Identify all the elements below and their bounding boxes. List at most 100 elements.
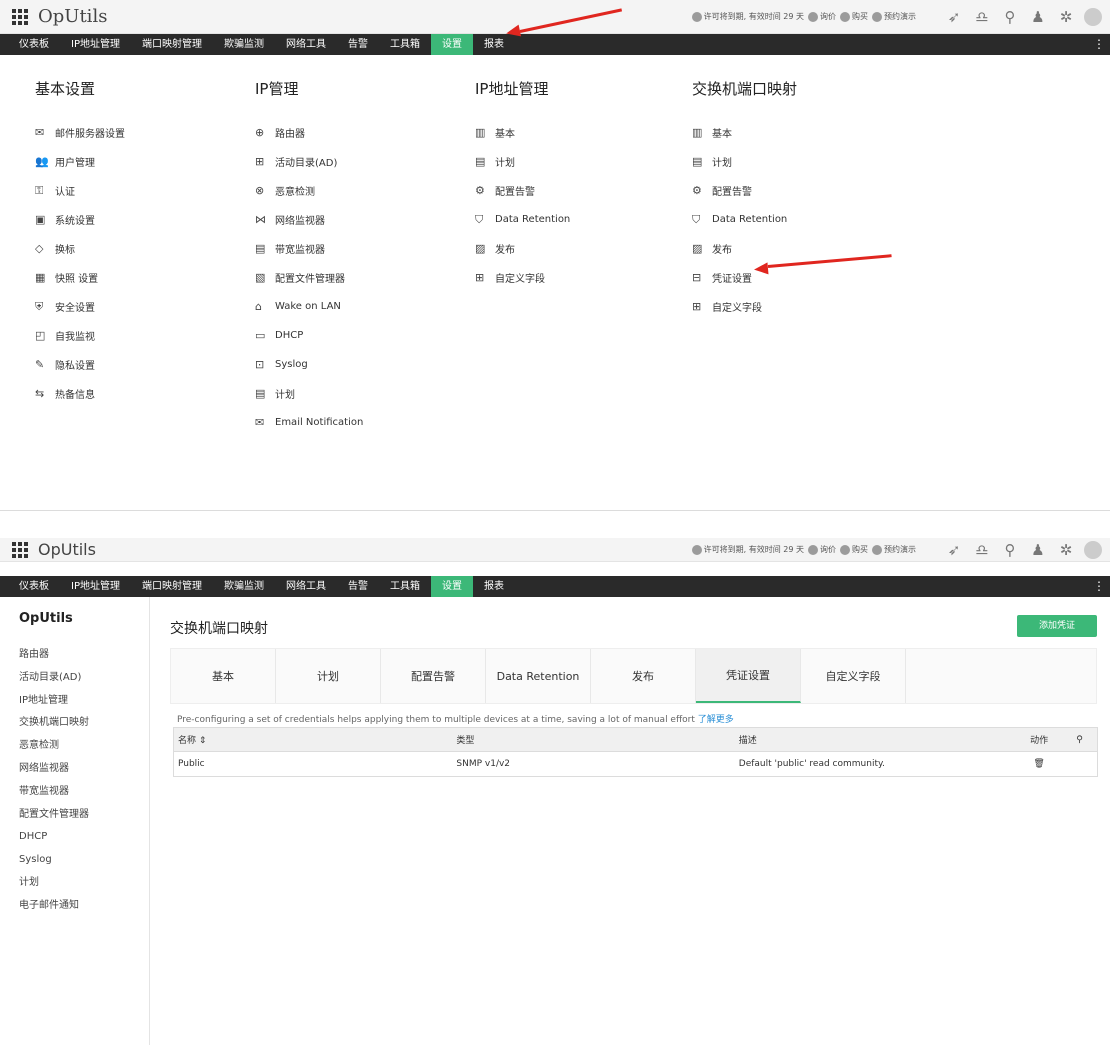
nav-item-3[interactable]: 欺骗监测 <box>213 34 275 55</box>
more-vertical-icon[interactable]: ⋮ <box>1093 36 1105 52</box>
brand[interactable]: OpUtils <box>12 540 96 559</box>
bell-icon[interactable]: ♟ <box>1024 8 1052 26</box>
menu-item-wrench-icon[interactable]: ✎ 隐私设置 <box>35 350 125 379</box>
avatar[interactable] <box>1084 540 1102 559</box>
tab-6[interactable]: 自定义字段 <box>801 649 906 703</box>
nav-item-6[interactable]: 工具箱 <box>379 34 431 55</box>
menu-item-retention-icon[interactable]: ⛉ Data Retention <box>475 205 570 234</box>
menu-item-chart-icon[interactable]: ◰ 自我监视 <box>35 321 125 350</box>
tab-1[interactable]: 计划 <box>276 649 381 703</box>
menu-item-tag-icon[interactable]: ◇ 换标 <box>35 234 125 263</box>
sidebar-item-6[interactable]: 带宽监视器 <box>19 781 149 804</box>
menu-item-publish-icon[interactable]: ▨ 发布 <box>475 234 570 263</box>
tab-0[interactable]: 基本 <box>171 649 276 703</box>
search-icon[interactable]: ⚲ <box>996 8 1024 26</box>
menu-item-custom-field-icon[interactable]: ⊞ 自定义字段 <box>475 263 570 292</box>
menu-item-config-file-icon[interactable]: ▧ 配置文件管理器 <box>255 263 363 292</box>
sidebar-item-11[interactable]: 电子邮件通知 <box>19 895 149 918</box>
more-vertical-icon[interactable]: ⋮ <box>1093 578 1105 594</box>
sidebar-item-8[interactable]: DHCP <box>19 826 149 849</box>
tab-3[interactable]: Data Retention <box>486 649 591 703</box>
menu-item-rogue-icon[interactable]: ⊗ 恶意检测 <box>255 176 363 205</box>
nav-item-6[interactable]: 工具箱 <box>379 576 431 597</box>
table-search-icon[interactable]: ⚲ <box>1062 735 1097 745</box>
nav-item-4[interactable]: 网络工具 <box>275 34 337 55</box>
menu-item-network-icon[interactable]: ⋈ 网络监视器 <box>255 205 363 234</box>
menu-item-custom-field-icon[interactable]: ⊞ 自定义字段 <box>692 292 797 321</box>
menu-item-lock-icon[interactable]: ⊟ 凭证设置 <box>692 263 797 292</box>
menu-item-retention-icon[interactable]: ⛉ Data Retention <box>692 205 797 234</box>
rocket-icon[interactable]: ➶ <box>940 8 968 26</box>
sidebar-item-5[interactable]: 网络监视器 <box>19 758 149 781</box>
nav-item-5[interactable]: 告警 <box>337 576 379 597</box>
nav-item-7[interactable]: 设置 <box>430 576 473 597</box>
delete-icon[interactable]: 🗑 <box>1016 759 1062 769</box>
sort-icon[interactable]: ⇕ <box>199 736 207 746</box>
menu-item-wol-icon[interactable]: ⌂ Wake on LAN <box>255 292 363 321</box>
nav-item-4[interactable]: 网络工具 <box>275 576 337 597</box>
rocket-icon[interactable]: ➶ <box>940 541 968 559</box>
menu-item-dhcp-icon[interactable]: ▭ DHCP <box>255 321 363 350</box>
avatar[interactable] <box>1084 7 1102 26</box>
app-grid-icon[interactable] <box>12 541 28 558</box>
sidebar-item-1[interactable]: 活动目录(AD) <box>19 667 149 690</box>
tab-4[interactable]: 发布 <box>591 649 696 703</box>
demo-link[interactable]: 预约演示 <box>884 544 916 555</box>
menu-item-snapshot-icon[interactable]: ▦ 快照 设置 <box>35 263 125 292</box>
menu-item-shield-icon[interactable]: ⛨ 安全设置 <box>35 292 125 321</box>
sidebar-item-0[interactable]: 路由器 <box>19 644 149 667</box>
sidebar-item-2[interactable]: IP地址管理 <box>19 690 149 713</box>
nav-item-3[interactable]: 欺骗监测 <box>213 576 275 597</box>
menu-item-syslog-icon[interactable]: ⊡ Syslog <box>255 350 363 379</box>
buy-link[interactable]: 购买 <box>852 544 868 555</box>
menu-item-alert-config-icon[interactable]: ⚙ 配置告警 <box>475 176 570 205</box>
menu-item-directory-icon[interactable]: ⊞ 活动目录(AD) <box>255 147 363 176</box>
inquiry-link[interactable]: 询价 <box>820 544 836 555</box>
nav-item-7[interactable]: 设置 <box>430 34 473 55</box>
menu-item-schedule-icon[interactable]: ▤ 计划 <box>475 147 570 176</box>
menu-item-router-icon[interactable]: ⊕ 路由器 <box>255 118 363 147</box>
menu-item-basic-icon[interactable]: ▥ 基本 <box>692 118 797 147</box>
headset-icon[interactable]: ♎ <box>968 8 996 26</box>
brand[interactable]: OpUtils <box>12 6 107 27</box>
search-icon[interactable]: ⚲ <box>996 541 1024 559</box>
nav-item-5[interactable]: 告警 <box>337 34 379 55</box>
tab-2[interactable]: 配置告警 <box>381 649 486 703</box>
tab-5[interactable]: 凭证设置 <box>696 649 801 703</box>
nav-item-2[interactable]: 端口映射管理 <box>131 576 213 597</box>
nav-item-2[interactable]: 端口映射管理 <box>131 34 213 55</box>
sidebar-item-7[interactable]: 配置文件管理器 <box>19 804 149 827</box>
table-row[interactable]: Public SNMP v1/v2 Default 'public' read co… <box>174 752 1097 776</box>
gear-icon[interactable]: ✲ <box>1052 541 1080 559</box>
add-credential-button[interactable]: 添加凭证 <box>1017 615 1097 637</box>
menu-item-bandwidth-icon[interactable]: ▤ 带宽监视器 <box>255 234 363 263</box>
nav-item-0[interactable]: 仪表板 <box>8 34 60 55</box>
menu-item-monitor-icon[interactable]: ▣ 系统设置 <box>35 205 125 234</box>
demo-link[interactable]: 预约演示 <box>884 11 916 22</box>
sidebar-item-9[interactable]: Syslog <box>19 849 149 872</box>
sidebar-item-3[interactable]: 交换机端口映射 <box>19 712 149 735</box>
menu-item-auth-icon[interactable]: ⚿ 认证 <box>35 176 125 205</box>
buy-link[interactable]: 购买 <box>852 11 868 22</box>
nav-item-8[interactable]: 报表 <box>473 576 515 597</box>
menu-item-users-icon[interactable]: 👥 用户管理 <box>35 147 125 176</box>
sidebar-item-10[interactable]: 计划 <box>19 872 149 895</box>
nav-item-1[interactable]: IP地址管理 <box>60 34 131 55</box>
nav-item-0[interactable]: 仪表板 <box>8 576 60 597</box>
app-grid-icon[interactable] <box>12 8 28 25</box>
sidebar-item-4[interactable]: 恶意检测 <box>19 735 149 758</box>
menu-item-basic-icon[interactable]: ▥ 基本 <box>475 118 570 147</box>
menu-item-email-icon[interactable]: ✉ Email Notification <box>255 408 363 437</box>
bell-icon[interactable]: ♟ <box>1024 541 1052 559</box>
menu-item-envelope-icon[interactable]: ✉ 邮件服务器设置 <box>35 118 125 147</box>
menu-item-standby-icon[interactable]: ⇆ 热备信息 <box>35 379 125 408</box>
gear-icon[interactable]: ✲ <box>1052 8 1080 26</box>
headset-icon[interactable]: ♎ <box>968 541 996 559</box>
nav-item-1[interactable]: IP地址管理 <box>60 576 131 597</box>
inquiry-link[interactable]: 询价 <box>820 11 836 22</box>
menu-item-schedule-icon[interactable]: ▤ 计划 <box>692 147 797 176</box>
menu-item-publish-icon[interactable]: ▨ 发布 <box>692 234 797 263</box>
menu-item-alert-config-icon[interactable]: ⚙ 配置告警 <box>692 176 797 205</box>
learn-more-link[interactable]: 了解更多 <box>698 715 734 725</box>
menu-item-schedule-icon[interactable]: ▤ 计划 <box>255 379 363 408</box>
